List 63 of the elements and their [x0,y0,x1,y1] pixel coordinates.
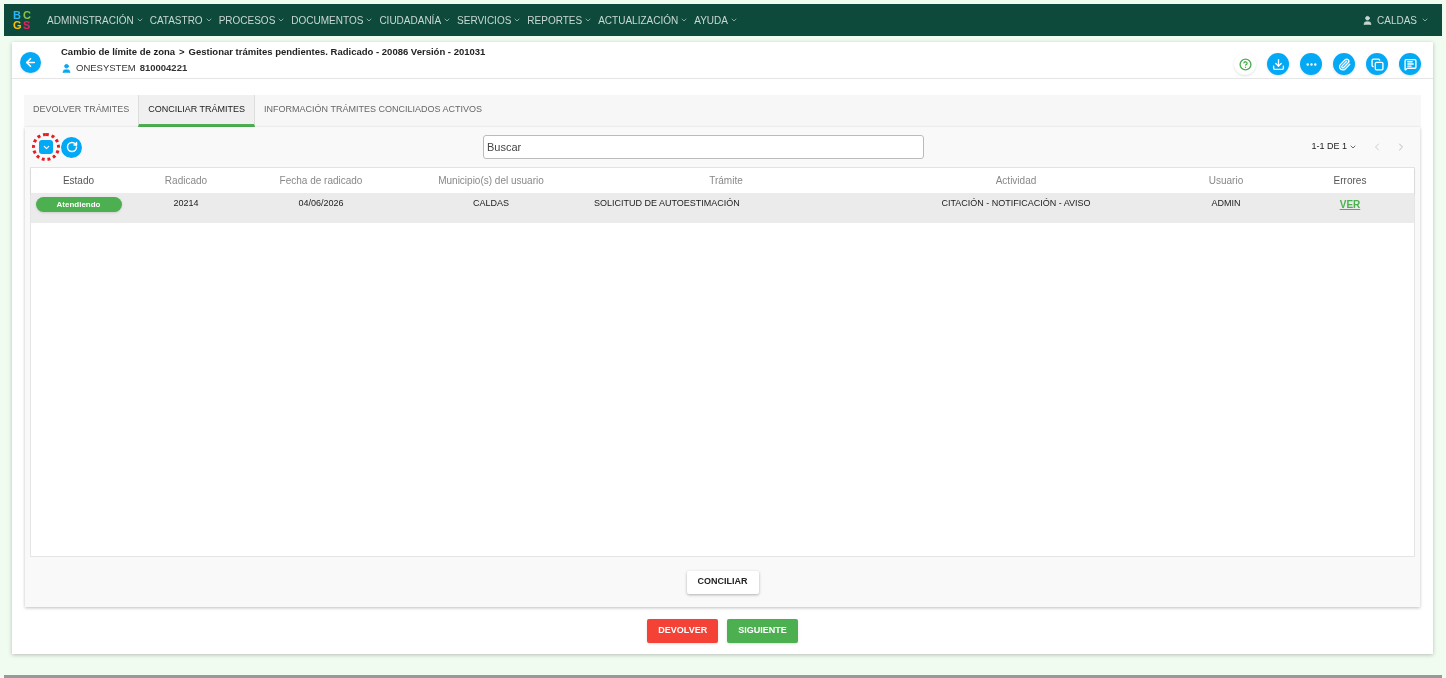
dots-icon[interactable] [1300,53,1322,75]
column-header: Estado [61,174,96,188]
column-header: Actividad [994,174,1038,188]
refresh-icon [65,141,78,153]
nav-menu-item[interactable]: DOCUMENTOS [291,12,374,28]
refresh-button[interactable] [61,136,82,158]
nav-menu-item[interactable]: PROCESOS [218,12,286,28]
column-header: Fecha de radicado [278,174,364,188]
notes-icon[interactable] [1399,53,1421,75]
expand-button[interactable] [39,140,53,154]
caret-icon [729,16,738,24]
nav-menu-item[interactable]: CATASTRO [149,12,213,28]
action-button[interactable]: DEVOLVER [647,618,719,643]
table-cell-text: ADMIN [1211,197,1241,210]
caret-icon [204,16,213,24]
user-icon [1362,14,1373,26]
breadcrumb-current: Gestionar trámites pendientes. Radicado - 20086 Versión - 201031 [188,44,486,59]
status-badge: Atendiendo [35,197,122,212]
tab[interactable]: INFORMACIÓN TRÁMITES CONCILIADOS ACTIVOS [255,95,491,127]
column-header: Municipio(s) del usuario [437,174,545,188]
breadcrumb-separator: > [179,44,185,59]
download-icon[interactable] [1267,53,1289,75]
breadcrumb-link[interactable]: Cambio de límite de zona [61,44,176,59]
back-button[interactable] [20,51,41,73]
table-cell-text: CALDAS [473,197,509,210]
help-icon[interactable] [1234,53,1256,75]
nav-menu-item[interactable]: ADMINISTRACIÓN [47,12,144,28]
user-icon [61,62,72,74]
caret-icon [513,16,522,24]
nav-menu-item[interactable]: SERVICIOS [457,12,522,28]
nav-menu-item[interactable]: CIUDADANÍA [379,12,452,28]
table-cell-text: CITACIÓN - NOTIFICACIÓN - AVISO [941,197,1091,210]
caret-icon [1421,16,1429,24]
copy-icon[interactable] [1366,53,1388,75]
caret-icon [277,16,286,24]
caret-icon [584,16,593,24]
user-name: ONESYSTEM [76,61,136,75]
tab[interactable]: CONCILIAR TRÁMITES [138,95,256,127]
page-size-dropdown[interactable]: 1-1 DE 1 [1311,140,1357,154]
user-menu[interactable]: CALDAS [1362,12,1429,28]
column-header: Errores [1332,174,1368,188]
caret-icon [1349,143,1357,151]
nav-menu-item[interactable]: REPORTES [527,12,593,28]
column-header: Usuario [1207,174,1245,188]
logo[interactable]: B C GS [13,10,33,30]
table-cell-text: 04/06/2026 [298,197,344,210]
table-cell-text: 20214 [173,197,199,210]
caret-icon [443,16,452,24]
caret-icon [680,16,689,24]
search-field[interactable]: Buscar [483,135,924,159]
nav-menu-item[interactable]: ACTUALIZACIÓN [598,12,689,28]
caret-icon [135,16,144,24]
nav-menu-item[interactable]: AYUDA [694,12,738,28]
column-header: Trámite [708,174,744,188]
tab[interactable]: DEVOLVER TRÁMITES [24,95,139,127]
table-row[interactable]: Atendiendo 20214 04/06/2026 CALDAS SOLICITUD DE AUTOESTIMACIÓN CITACIÓN - NOTIFICACIÓN - AVISO ADMIN VER [31,193,1414,223]
column-header: Radicado [163,174,209,188]
paperclip-icon[interactable] [1333,53,1355,75]
user-id: 810004221 [139,61,188,75]
caret-icon [365,16,374,24]
table-cell-text: SOLICITUD DE AUTOESTIMACIÓN [594,197,740,210]
arrow-left-icon [24,55,37,69]
reconcile-button[interactable]: CONCILIAR [686,570,759,594]
